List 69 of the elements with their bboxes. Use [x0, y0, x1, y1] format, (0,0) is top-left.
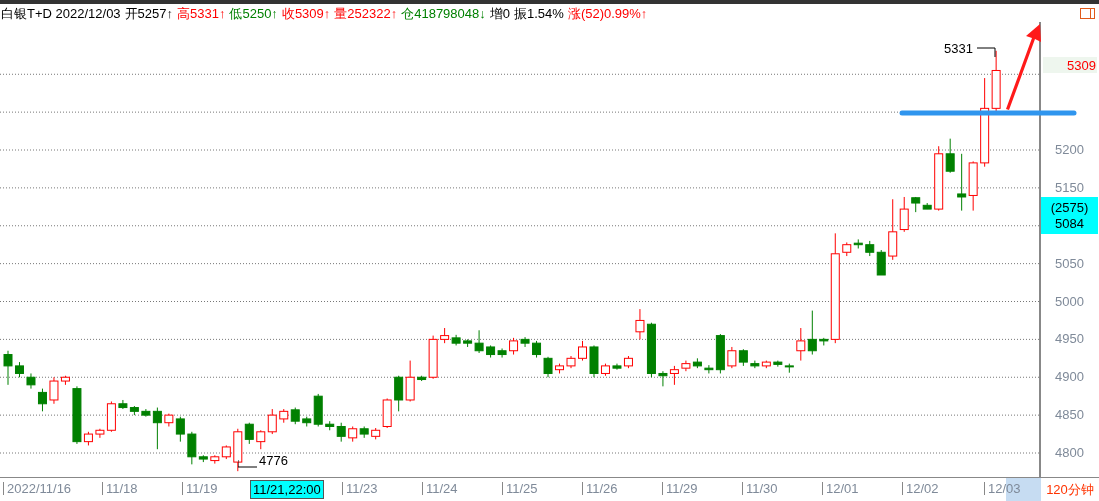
candlestick [187, 431, 197, 465]
quote-field: 白银T+D 2022/12/03 [1, 6, 121, 20]
price-tick-label: 4800 [1055, 446, 1084, 459]
arrow-icon [1006, 24, 1041, 110]
date-tick-label: 11/19 [182, 482, 218, 495]
price-tick-label: 4950 [1055, 332, 1084, 346]
quote-field: 低5250↑ [229, 6, 278, 20]
price-tick-label: 5150 [1055, 180, 1084, 194]
candlestick [635, 308, 645, 340]
candlestick [796, 327, 806, 362]
candlestick [474, 329, 484, 354]
candlestick [394, 375, 404, 412]
date-tick-label: 11/18 [102, 482, 138, 495]
candlestick [405, 360, 415, 402]
candlestick [669, 365, 679, 386]
candlestick [244, 422, 254, 445]
low-label: 4776 [259, 454, 288, 467]
candlestick [727, 346, 737, 369]
candlestick [543, 356, 553, 378]
cursor-value: 5084 [1055, 215, 1084, 232]
candlestick [578, 340, 587, 362]
period-label[interactable]: 120分钟 [1041, 478, 1099, 501]
quote-field: 涨(52)0.99%↑ [567, 6, 648, 20]
date-tick-label: 12/02 [902, 482, 939, 495]
candlestick [957, 153, 967, 212]
price-tick-label: 5000 [1055, 294, 1084, 308]
leader-line [238, 460, 258, 468]
date-tick-label: 11/26 [582, 482, 618, 495]
quote-field: 收5309↑ [281, 6, 331, 20]
quote-field: 高5331↑ [177, 6, 226, 20]
candlestick [37, 388, 47, 412]
date-tick-label: 2022/11/16 [3, 482, 72, 495]
quote-field: 振1.54% [514, 6, 564, 20]
candlestick [704, 364, 714, 374]
candlestick [497, 347, 507, 359]
leader-line [977, 47, 997, 57]
price-tick-label: 4900 [1055, 370, 1084, 384]
cursor-value: (2575) [1050, 199, 1089, 216]
candlestick [807, 310, 817, 356]
quote-field: 仓418798048↓ [401, 6, 486, 20]
candlestick [152, 407, 162, 450]
candlestick [3, 350, 13, 386]
price-tick-label: 5050 [1055, 256, 1084, 270]
date-tick-label: 11/30 [742, 482, 778, 495]
quote-field: 开5257↑ [124, 6, 174, 20]
candlestick [945, 138, 955, 174]
candlestick [899, 196, 909, 233]
date-tick-label: 12/01 [822, 482, 859, 495]
date-tick-label: 11/25 [502, 482, 538, 495]
quote-field: 量252322↑ [334, 6, 398, 20]
candlestick [336, 422, 346, 443]
cursor-date-label: 11/21,22:00 [250, 480, 324, 499]
quote-field: 增0 [489, 6, 510, 20]
candlestick [256, 429, 266, 450]
price-tick-label: 4850 [1055, 408, 1084, 422]
candlestick [175, 416, 185, 443]
candlestick [520, 336, 530, 348]
candlestick [267, 408, 277, 435]
candlestick [49, 376, 59, 405]
date-tick-label: 11/23 [342, 482, 378, 495]
price-tick-label: 5200 [1055, 143, 1084, 156]
high-label: 5331 [944, 42, 973, 55]
candlestick [658, 370, 668, 387]
last-price-tag: 5309 [1043, 57, 1097, 73]
candlestick [26, 372, 36, 390]
date-tick-label: 12/03 [984, 482, 1021, 495]
date-tick-label: 11/24 [422, 482, 458, 495]
candlestick [876, 249, 886, 276]
date-tick-label: 11/29 [662, 482, 698, 495]
